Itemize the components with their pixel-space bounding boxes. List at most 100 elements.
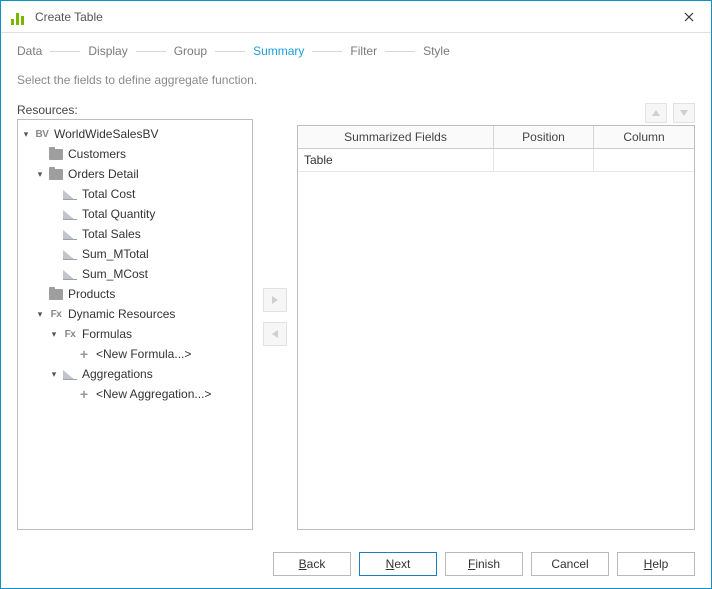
step-summary[interactable]: Summary: [253, 44, 304, 58]
chevron-down-icon[interactable]: ▾: [34, 168, 46, 180]
arrow-left-icon: [269, 328, 281, 340]
chevron-down-icon[interactable]: ▾: [20, 128, 32, 140]
tree-label: Dynamic Resources: [68, 307, 175, 321]
titlebar: Create Table: [1, 1, 711, 33]
content-area: Resources: ▾ BV WorldWideSalesBV ▾ Custo…: [1, 103, 711, 540]
dialog-footer: Back Next Finish Cancel Help: [1, 540, 711, 588]
window-title: Create Table: [35, 10, 103, 24]
step-style[interactable]: Style: [423, 44, 450, 58]
resources-tree[interactable]: ▾ BV WorldWideSalesBV ▾ Customers ▾ Orde…: [17, 119, 253, 530]
close-icon: [684, 12, 694, 22]
measure-icon: [62, 367, 78, 381]
step-group[interactable]: Group: [174, 44, 207, 58]
move-down-button[interactable]: [673, 103, 695, 123]
grid-header: Summarized Fields Position Column: [298, 126, 694, 149]
cell-column[interactable]: [594, 149, 694, 171]
step-separator: [50, 51, 80, 52]
tree-node-root[interactable]: ▾ BV WorldWideSalesBV: [18, 124, 252, 144]
tree-node-customers[interactable]: ▾ Customers: [18, 144, 252, 164]
step-filter[interactable]: Filter: [350, 44, 377, 58]
grid-body: Table: [298, 149, 694, 529]
tree-label: Products: [68, 287, 115, 301]
measure-icon: [62, 247, 78, 261]
step-separator: [215, 51, 245, 52]
folder-icon: [48, 147, 64, 161]
tree-node-total-quantity[interactable]: ▾ Total Quantity: [18, 204, 252, 224]
tree-label: Formulas: [82, 327, 132, 341]
plus-icon: +: [76, 387, 92, 401]
tree-label: WorldWideSalesBV: [54, 127, 158, 141]
tree-node-dynamic-resources[interactable]: ▾ Fx Dynamic Resources: [18, 304, 252, 324]
btn-label: ext: [394, 557, 410, 571]
step-separator: [136, 51, 166, 52]
grid-header-summarized[interactable]: Summarized Fields: [298, 126, 494, 148]
summarized-panel: Summarized Fields Position Column Table: [297, 103, 695, 530]
folder-icon: [48, 167, 64, 181]
chevron-down-icon[interactable]: ▾: [34, 308, 46, 320]
tree-label: Orders Detail: [68, 167, 139, 181]
arrow-down-icon: [678, 107, 690, 119]
tree-node-new-formula[interactable]: ▾ + <New Formula...>: [18, 344, 252, 364]
measure-icon: [62, 187, 78, 201]
tree-label: Aggregations: [82, 367, 153, 381]
tree-label: <New Aggregation...>: [96, 387, 211, 401]
back-button[interactable]: Back: [273, 552, 351, 576]
folder-icon: [48, 287, 64, 301]
tree-node-formulas[interactable]: ▾ Fx Formulas: [18, 324, 252, 344]
tree-node-orders-detail[interactable]: ▾ Orders Detail: [18, 164, 252, 184]
measure-icon: [62, 207, 78, 221]
measure-icon: [62, 227, 78, 241]
add-field-button[interactable]: [263, 288, 287, 312]
tree-node-aggregations[interactable]: ▾ Aggregations: [18, 364, 252, 384]
step-separator: [385, 51, 415, 52]
close-button[interactable]: [675, 3, 703, 31]
next-button[interactable]: Next: [359, 552, 437, 576]
tree-node-sum-mcost[interactable]: ▾ Sum_MCost: [18, 264, 252, 284]
btn-label: ack: [307, 557, 326, 571]
step-data[interactable]: Data: [17, 44, 42, 58]
summarized-fields-grid[interactable]: Summarized Fields Position Column Table: [297, 125, 695, 530]
tree-label: Sum_MCost: [82, 267, 148, 281]
tree-node-total-sales[interactable]: ▾ Total Sales: [18, 224, 252, 244]
measure-icon: [62, 267, 78, 281]
btn-label: elp: [652, 557, 668, 571]
move-up-button[interactable]: [645, 103, 667, 123]
btn-label: inish: [475, 557, 500, 571]
table-row[interactable]: Table: [298, 149, 694, 172]
arrow-up-icon: [650, 107, 662, 119]
tree-label: Total Quantity: [82, 207, 155, 221]
chevron-down-icon[interactable]: ▾: [48, 368, 60, 380]
tree-node-sum-mtotal[interactable]: ▾ Sum_MTotal: [18, 244, 252, 264]
step-description: Select the fields to define aggregate fu…: [1, 69, 711, 103]
cell-summarized[interactable]: Table: [298, 149, 494, 171]
tree-label: <New Formula...>: [96, 347, 191, 361]
plus-icon: +: [76, 347, 92, 361]
arrow-right-icon: [269, 294, 281, 306]
resources-panel: Resources: ▾ BV WorldWideSalesBV ▾ Custo…: [17, 103, 253, 530]
tree-label: Sum_MTotal: [82, 247, 149, 261]
app-icon: [11, 9, 27, 25]
cancel-button[interactable]: Cancel: [531, 552, 609, 576]
create-table-dialog: Create Table Data Display Group Summary …: [0, 0, 712, 589]
transfer-controls: [253, 103, 297, 530]
step-separator: [312, 51, 342, 52]
tree-label: Total Sales: [82, 227, 141, 241]
fx-icon: Fx: [62, 327, 78, 341]
grid-header-position[interactable]: Position: [494, 126, 594, 148]
tree-node-new-aggregation[interactable]: ▾ + <New Aggregation...>: [18, 384, 252, 404]
grid-header-column[interactable]: Column: [594, 126, 694, 148]
fx-icon: Fx: [48, 307, 64, 321]
reorder-controls: [297, 103, 695, 123]
step-display[interactable]: Display: [88, 44, 127, 58]
tree-label: Customers: [68, 147, 126, 161]
wizard-steps: Data Display Group Summary Filter Style: [1, 33, 711, 69]
tree-node-products[interactable]: ▾ Products: [18, 284, 252, 304]
finish-button[interactable]: Finish: [445, 552, 523, 576]
help-button[interactable]: Help: [617, 552, 695, 576]
remove-field-button[interactable]: [263, 322, 287, 346]
cell-position[interactable]: [494, 149, 594, 171]
tree-label: Total Cost: [82, 187, 135, 201]
chevron-down-icon[interactable]: ▾: [48, 328, 60, 340]
tree-node-total-cost[interactable]: ▾ Total Cost: [18, 184, 252, 204]
business-view-icon: BV: [34, 127, 50, 141]
